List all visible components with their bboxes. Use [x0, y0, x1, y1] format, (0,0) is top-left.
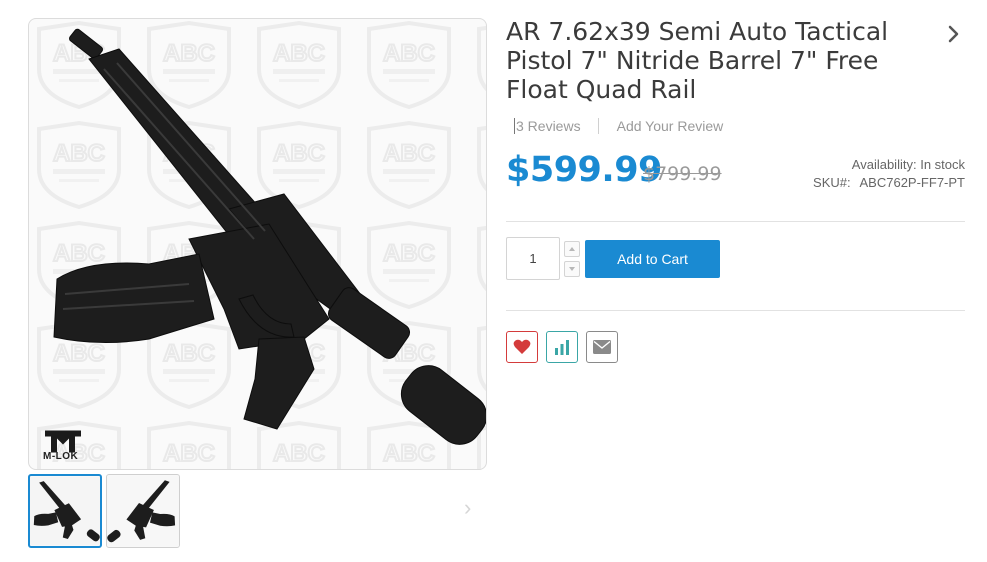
thumbnail-2[interactable]: [106, 474, 180, 548]
pistol-thumbnail-image: [107, 475, 179, 547]
add-review-link[interactable]: Add Your Review: [617, 118, 724, 134]
pistol-image: [53, 28, 486, 445]
add-to-cart-button[interactable]: Add to Cart: [585, 240, 720, 278]
quantity-input[interactable]: [506, 237, 560, 280]
reviews-count-link[interactable]: 3 Reviews: [514, 118, 581, 134]
add-to-wishlist-button[interactable]: [506, 331, 538, 363]
envelope-icon: [593, 340, 611, 354]
divider: [506, 310, 965, 311]
quantity-increase-icon[interactable]: [564, 241, 580, 257]
sku: SKU#: ABC762P-FF7-PT: [813, 175, 965, 190]
add-to-compare-button[interactable]: [546, 331, 578, 363]
product-title: AR 7.62x39 Semi Auto Tactical Pistol 7" …: [506, 17, 889, 104]
availability: Availability: In stock: [852, 157, 965, 172]
sku-value: ABC762P-FF7-PT: [859, 175, 965, 190]
pistol-thumbnail-image: [30, 476, 100, 546]
product-old-price: $799.99: [643, 163, 722, 185]
availability-label: Availability:: [851, 157, 917, 172]
availability-value: In stock: [920, 157, 965, 172]
product-price: $599.99: [506, 150, 662, 190]
heart-icon: [513, 339, 531, 354]
reviews-separator: [598, 118, 600, 134]
mlok-logo-text: M-LOK: [43, 451, 79, 462]
sku-label: SKU#:: [813, 175, 851, 190]
thumbnail-next-arrow-icon[interactable]: ›: [464, 496, 478, 520]
divider: [506, 221, 965, 222]
email-to-friend-button[interactable]: [586, 331, 618, 363]
thumbnail-1[interactable]: [28, 474, 102, 548]
main-product-image[interactable]: ABC: [28, 18, 487, 470]
bar-chart-icon: [555, 340, 569, 355]
quantity-decrease-icon[interactable]: [564, 261, 580, 277]
review-links: 3 Reviews Add Your Review: [514, 118, 723, 134]
next-product-chevron-icon[interactable]: [944, 22, 964, 46]
